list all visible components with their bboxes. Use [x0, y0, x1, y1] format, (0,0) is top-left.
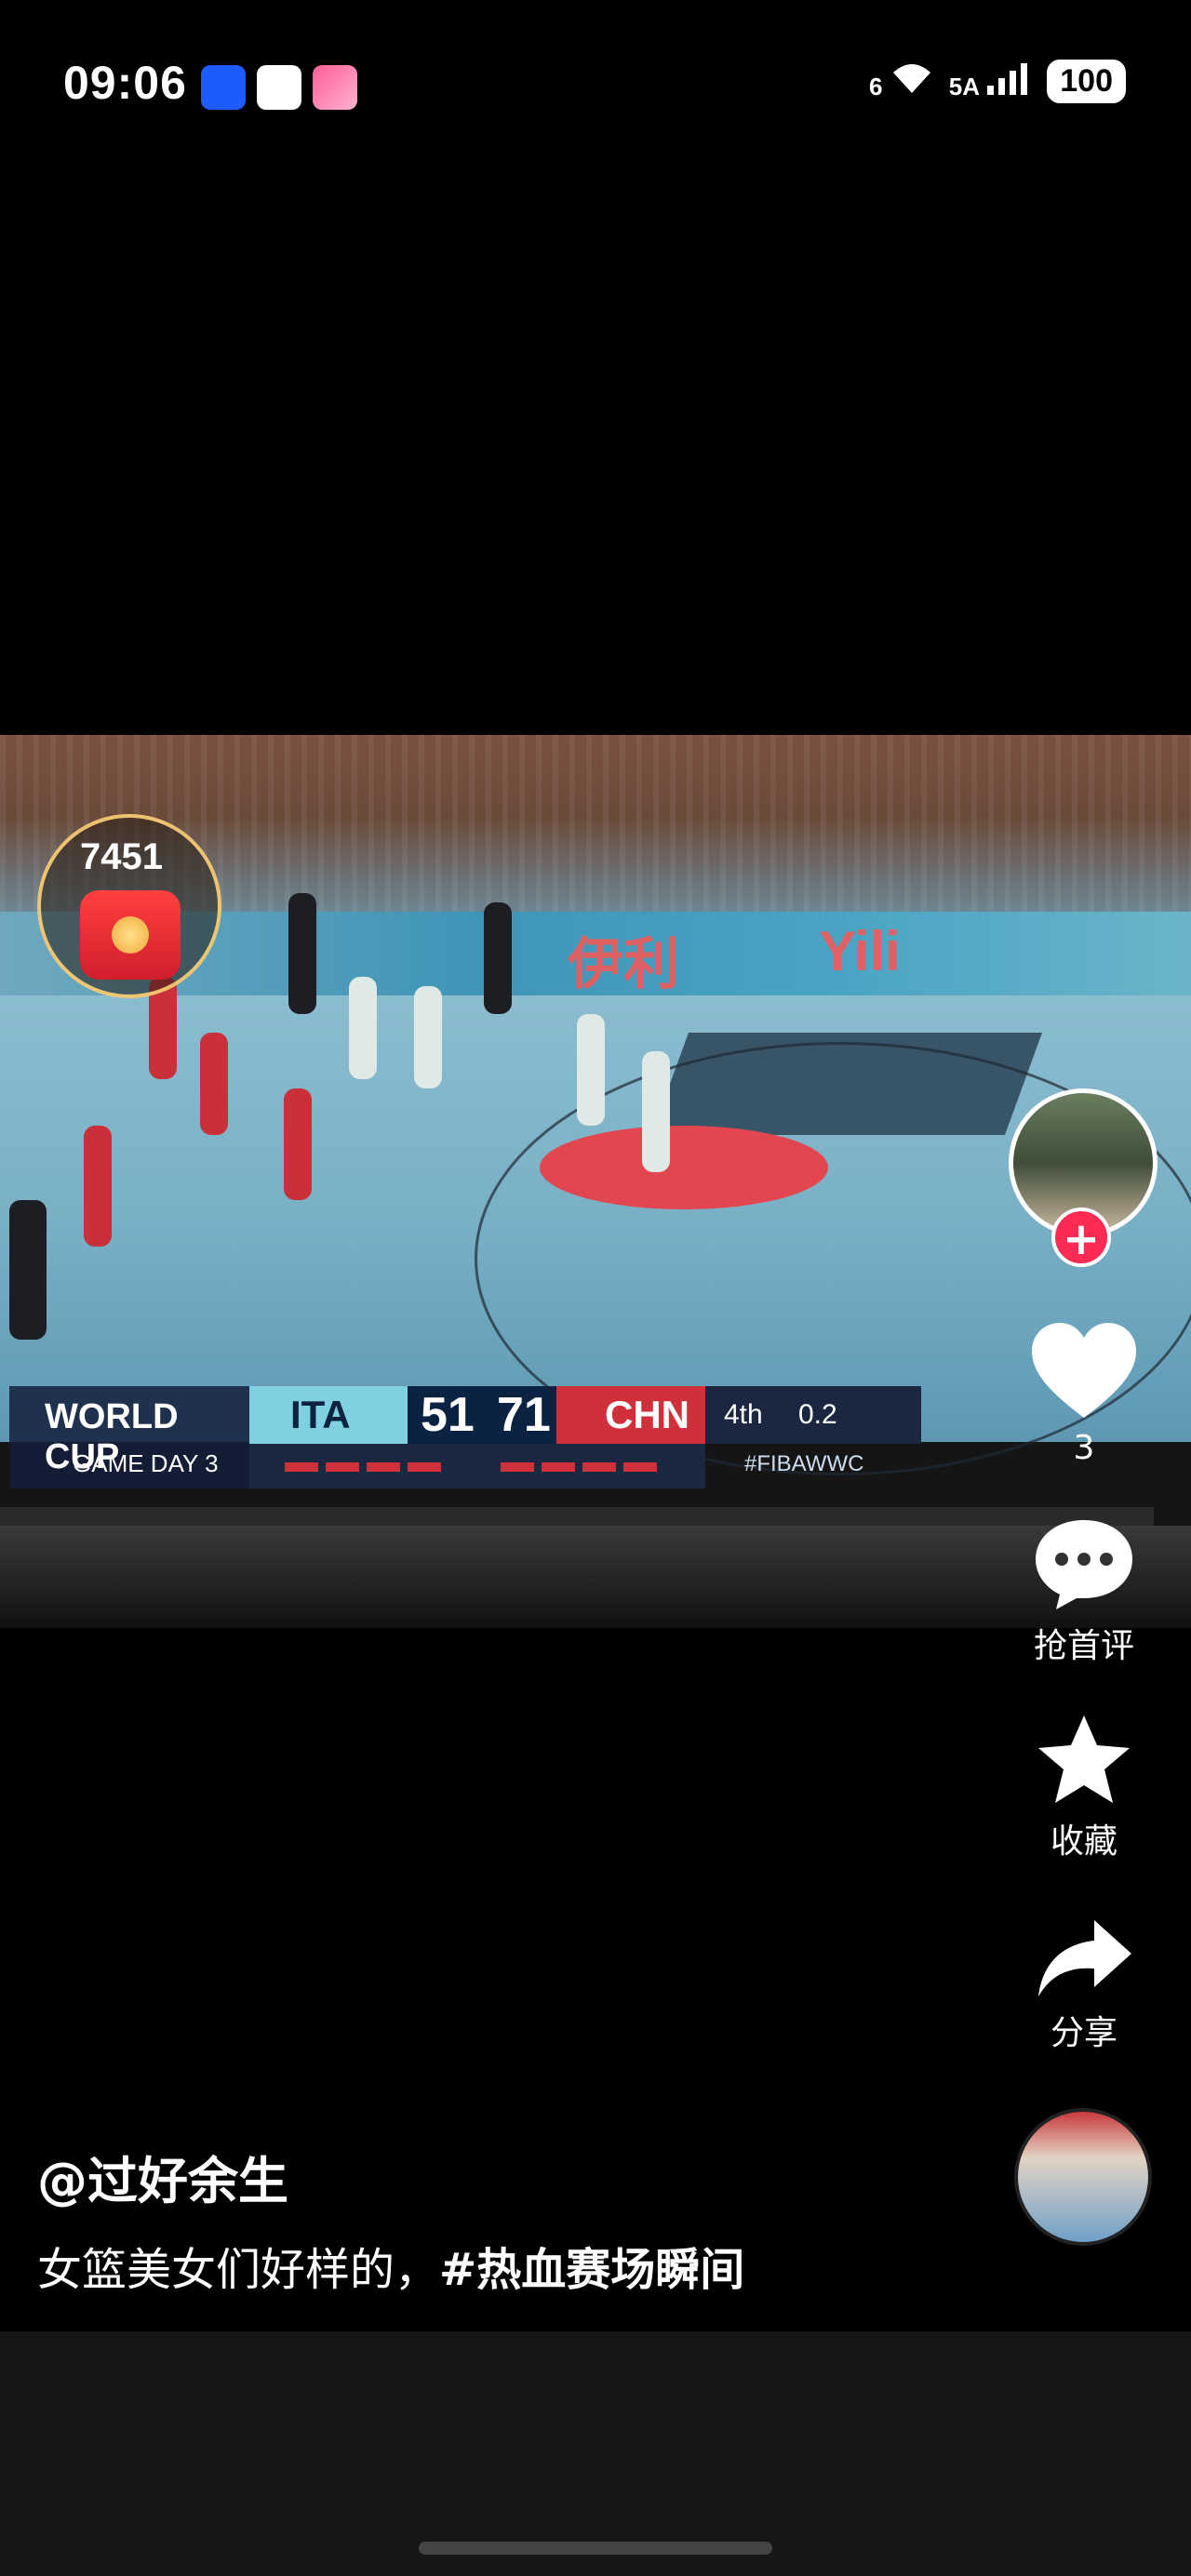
foul-mark: [285, 1462, 318, 1472]
comment-icon: [1036, 1520, 1132, 1609]
scorebug: WORLD CUP GAME DAY 3 ITA 51 71 CHN 4th 0…: [0, 1386, 930, 1488]
bulb-icon: [201, 65, 246, 110]
game-clock: 0.2: [798, 1399, 837, 1430]
signal-icon: 5A: [949, 61, 1033, 101]
scorebug-event: WORLD CUP GAME DAY 3: [9, 1386, 249, 1488]
player: [577, 1014, 605, 1126]
ad-text-yili-en: Yili: [819, 920, 901, 982]
foul-mark: [408, 1462, 441, 1472]
period-clock: 4th 0.2: [705, 1386, 921, 1444]
share-label: 分享: [1050, 2014, 1117, 2052]
player: [284, 1088, 312, 1200]
bank-icon: [257, 65, 301, 110]
share-button[interactable]: 分享: [1014, 1916, 1154, 2054]
ad-text-yili-cn: 伊利: [568, 933, 679, 995]
broadcast-hashtag: #FIBAWWC: [744, 1451, 864, 1476]
follow-button[interactable]: +: [1051, 1208, 1111, 1267]
player: [200, 1033, 228, 1135]
player: [84, 1126, 112, 1247]
star-icon: [1038, 1715, 1130, 1803]
foul-mark: [582, 1462, 616, 1472]
coin-icon: [112, 916, 149, 954]
home-team: ITA: [249, 1386, 408, 1444]
app-icon: [313, 65, 357, 110]
comment-label: 抢首评: [1033, 1627, 1134, 1665]
caption-text: 女篮美女们好样的，: [37, 2244, 440, 2296]
foul-mark: [367, 1462, 400, 1472]
bottom-bar: [0, 2331, 1191, 2576]
status-right: 6 5A 100: [869, 60, 1126, 103]
red-packet-count: 7451: [80, 836, 163, 877]
foul-mark: [542, 1462, 575, 1472]
game-day: GAME DAY 3: [73, 1449, 219, 1477]
author-name[interactable]: @过好余生: [37, 2140, 288, 2213]
period: 4th: [724, 1399, 763, 1430]
foul-indicators: [249, 1444, 705, 1488]
away-team: CHN: [556, 1386, 705, 1444]
favorite-button[interactable]: 收藏: [1014, 1712, 1154, 1862]
post-caption: 女篮美女们好样的，#热血赛场瞬间: [37, 2233, 744, 2298]
wifi-icon: 6: [869, 61, 934, 101]
away-score: 71: [497, 1388, 551, 1442]
caption-hashtag[interactable]: #热血赛场瞬间: [439, 2244, 744, 2296]
home-indicator[interactable]: [419, 2542, 772, 2555]
tv-stand-area: [0, 1526, 1191, 1628]
player: [349, 977, 377, 1079]
battery-indicator: 100: [1047, 60, 1126, 103]
heart-icon: [1032, 1323, 1136, 1418]
comment-button[interactable]: 抢首评: [1014, 1516, 1154, 1667]
red-envelope-icon: [80, 890, 181, 980]
player: [9, 1200, 47, 1340]
status-time: 09:06: [63, 57, 187, 109]
status-bar: 09:06 6 5A 100: [0, 0, 1191, 177]
court-logo: [540, 1126, 828, 1209]
player: [642, 1051, 670, 1172]
foul-mark: [326, 1462, 359, 1472]
home-score: 51: [421, 1388, 475, 1442]
favorite-label: 收藏: [1050, 1822, 1117, 1861]
like-button[interactable]: 3: [1014, 1321, 1154, 1467]
share-icon: [1038, 1920, 1131, 1996]
music-disc[interactable]: [1014, 2108, 1152, 2246]
player: [414, 986, 442, 1088]
foul-mark: [623, 1462, 657, 1472]
player: [288, 893, 316, 1014]
player: [484, 902, 512, 1014]
like-count: 3: [1073, 1429, 1095, 1467]
foul-mark: [501, 1462, 534, 1472]
score-box: 51 71: [408, 1386, 556, 1444]
red-packet-widget[interactable]: 7451: [37, 814, 221, 998]
